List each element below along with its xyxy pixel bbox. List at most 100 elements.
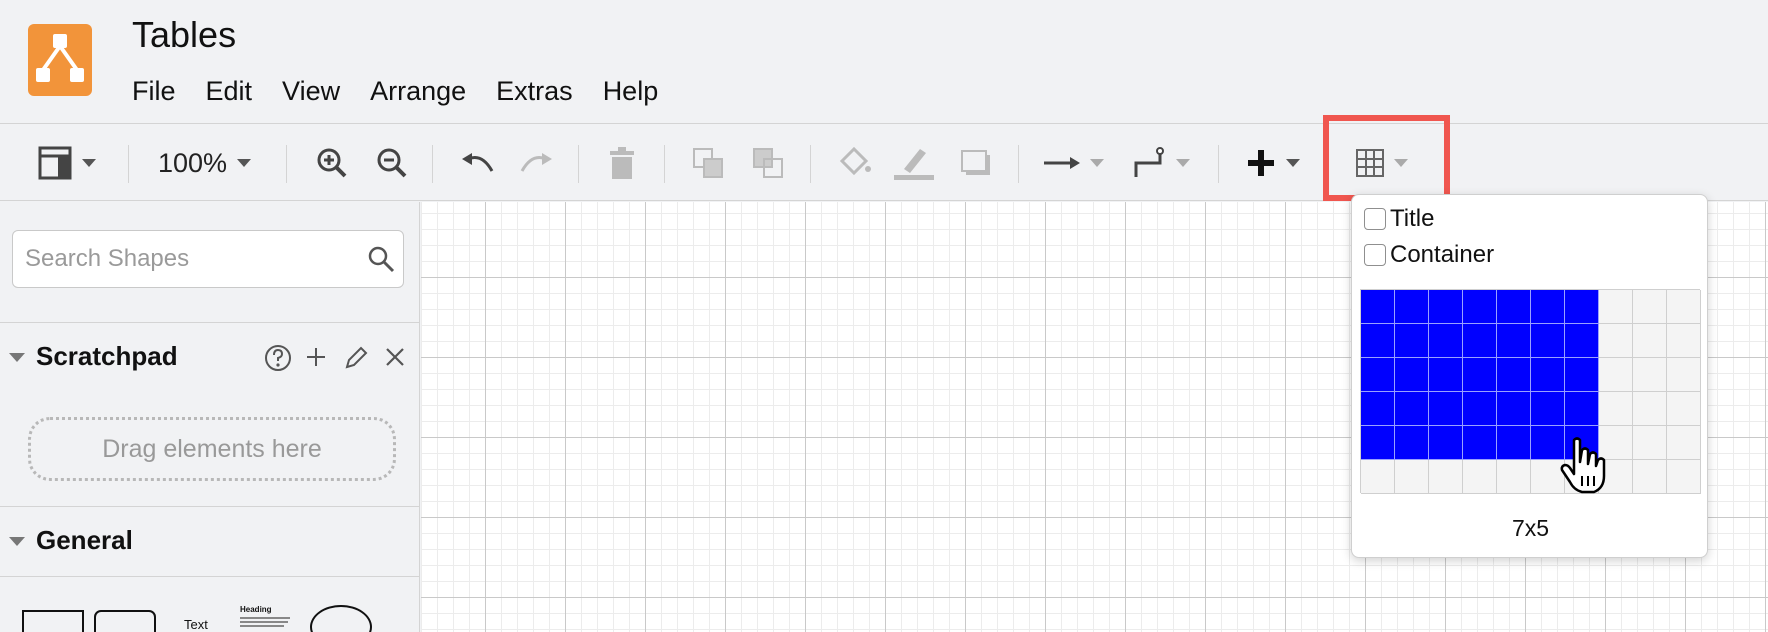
table-grid-cell[interactable] [1429, 460, 1463, 494]
delete-button[interactable] [608, 125, 636, 201]
table-grid-cell[interactable] [1667, 426, 1701, 460]
table-grid-cell[interactable] [1599, 392, 1633, 426]
menu-extras[interactable]: Extras [496, 76, 573, 107]
table-grid-cell-selected[interactable] [1429, 290, 1463, 324]
container-checkbox[interactable] [1364, 244, 1386, 266]
container-option[interactable]: Container [1364, 241, 1494, 269]
table-grid-cell[interactable] [1633, 290, 1667, 324]
table-grid-cell-selected[interactable] [1497, 358, 1531, 392]
table-grid-cell-selected[interactable] [1395, 426, 1429, 460]
table-grid-cell[interactable] [1463, 460, 1497, 494]
table-grid-cell-selected[interactable] [1395, 358, 1429, 392]
table-grid-cell[interactable] [1667, 358, 1701, 392]
table-grid-cell-selected[interactable] [1429, 426, 1463, 460]
table-grid-cell-selected[interactable] [1497, 324, 1531, 358]
collapse-triangle-icon[interactable] [9, 537, 25, 546]
fill-color-button[interactable] [838, 125, 872, 201]
menu-help[interactable]: Help [603, 76, 659, 107]
table-grid-cell[interactable] [1633, 324, 1667, 358]
table-grid-cell-selected[interactable] [1565, 290, 1599, 324]
table-picker-popup: Title Container 7x5 [1351, 194, 1708, 558]
table-grid-cell[interactable] [1667, 460, 1701, 494]
table-grid-cell-selected[interactable] [1463, 392, 1497, 426]
menu-arrange[interactable]: Arrange [370, 76, 466, 107]
table-size-grid[interactable] [1360, 289, 1701, 494]
to-back-button[interactable] [752, 125, 784, 201]
connection-style-dropdown[interactable] [1044, 125, 1104, 201]
menu-view[interactable]: View [282, 76, 340, 107]
rounded-rectangle-shape[interactable] [94, 610, 156, 632]
table-grid-cell-selected[interactable] [1565, 392, 1599, 426]
undo-button[interactable] [460, 125, 494, 201]
title-checkbox[interactable] [1364, 208, 1386, 230]
table-grid-cell-selected[interactable] [1463, 358, 1497, 392]
table-grid-cell-selected[interactable] [1463, 324, 1497, 358]
table-grid-cell-selected[interactable] [1497, 426, 1531, 460]
help-icon[interactable] [263, 343, 293, 373]
menu-file[interactable]: File [132, 76, 176, 107]
table-grid-cell[interactable] [1667, 290, 1701, 324]
general-header[interactable]: General [0, 506, 420, 576]
waypoints-dropdown[interactable] [1132, 125, 1190, 201]
table-grid-cell-selected[interactable] [1497, 290, 1531, 324]
shadow-button[interactable] [960, 125, 992, 201]
text-shape[interactable]: Text [184, 617, 208, 632]
scratchpad-dropzone[interactable]: Drag elements here [28, 417, 396, 481]
table-grid-cell-selected[interactable] [1565, 358, 1599, 392]
table-grid-cell-selected[interactable] [1429, 392, 1463, 426]
table-grid-cell[interactable] [1633, 392, 1667, 426]
document-title[interactable]: Tables [132, 14, 236, 56]
table-grid-cell-selected[interactable] [1463, 290, 1497, 324]
redo-button[interactable] [520, 125, 554, 201]
table-grid-cell[interactable] [1599, 324, 1633, 358]
table-grid-cell[interactable] [1633, 426, 1667, 460]
table-grid-cell[interactable] [1633, 460, 1667, 494]
zoom-dropdown[interactable]: 100% [158, 125, 252, 201]
line-color-button[interactable] [894, 125, 934, 201]
menu-edit[interactable]: Edit [206, 76, 253, 107]
title-option[interactable]: Title [1364, 205, 1434, 233]
table-grid-cell[interactable] [1497, 460, 1531, 494]
zoom-out-button[interactable] [376, 125, 408, 201]
to-front-button[interactable] [692, 125, 724, 201]
scratchpad-header[interactable]: Scratchpad [0, 322, 420, 392]
table-grid-cell-selected[interactable] [1531, 290, 1565, 324]
table-grid-cell-selected[interactable] [1463, 426, 1497, 460]
table-grid-cell-selected[interactable] [1531, 392, 1565, 426]
search-input[interactable] [25, 231, 355, 287]
add-icon[interactable] [304, 345, 328, 369]
table-grid-cell[interactable] [1361, 460, 1395, 494]
table-grid-cell[interactable] [1599, 358, 1633, 392]
table-grid-cell-selected[interactable] [1429, 358, 1463, 392]
table-grid-cell-selected[interactable] [1361, 290, 1395, 324]
table-grid-cell[interactable] [1667, 392, 1701, 426]
table-grid-cell[interactable] [1599, 290, 1633, 324]
zoom-level: 100% [158, 147, 228, 178]
table-grid-cell-selected[interactable] [1497, 392, 1531, 426]
table-grid-cell-selected[interactable] [1429, 324, 1463, 358]
ellipse-shape[interactable] [310, 605, 372, 632]
table-grid-cell[interactable] [1633, 358, 1667, 392]
table-grid-cell-selected[interactable] [1395, 290, 1429, 324]
table-grid-cell-selected[interactable] [1361, 358, 1395, 392]
table-grid-cell-selected[interactable] [1531, 358, 1565, 392]
table-grid-cell-selected[interactable] [1395, 392, 1429, 426]
collapse-triangle-icon[interactable] [9, 353, 25, 362]
table-grid-cell-selected[interactable] [1395, 324, 1429, 358]
zoom-in-button[interactable] [316, 125, 348, 201]
close-icon[interactable] [384, 346, 406, 368]
table-grid-cell-selected[interactable] [1361, 324, 1395, 358]
table-grid-cell-selected[interactable] [1531, 324, 1565, 358]
format-panel-button[interactable] [38, 125, 96, 201]
table-grid-cell[interactable] [1667, 324, 1701, 358]
table-grid-cell-selected[interactable] [1361, 426, 1395, 460]
search-icon[interactable] [367, 245, 395, 273]
rectangle-shape[interactable] [22, 610, 84, 632]
shadow-icon [961, 150, 990, 175]
edit-pencil-icon[interactable] [343, 345, 369, 371]
table-grid-cell-selected[interactable] [1565, 324, 1599, 358]
table-grid-cell-selected[interactable] [1361, 392, 1395, 426]
heading-shape[interactable]: Heading [240, 605, 294, 632]
table-grid-cell[interactable] [1395, 460, 1429, 494]
insert-dropdown[interactable] [1246, 125, 1300, 201]
